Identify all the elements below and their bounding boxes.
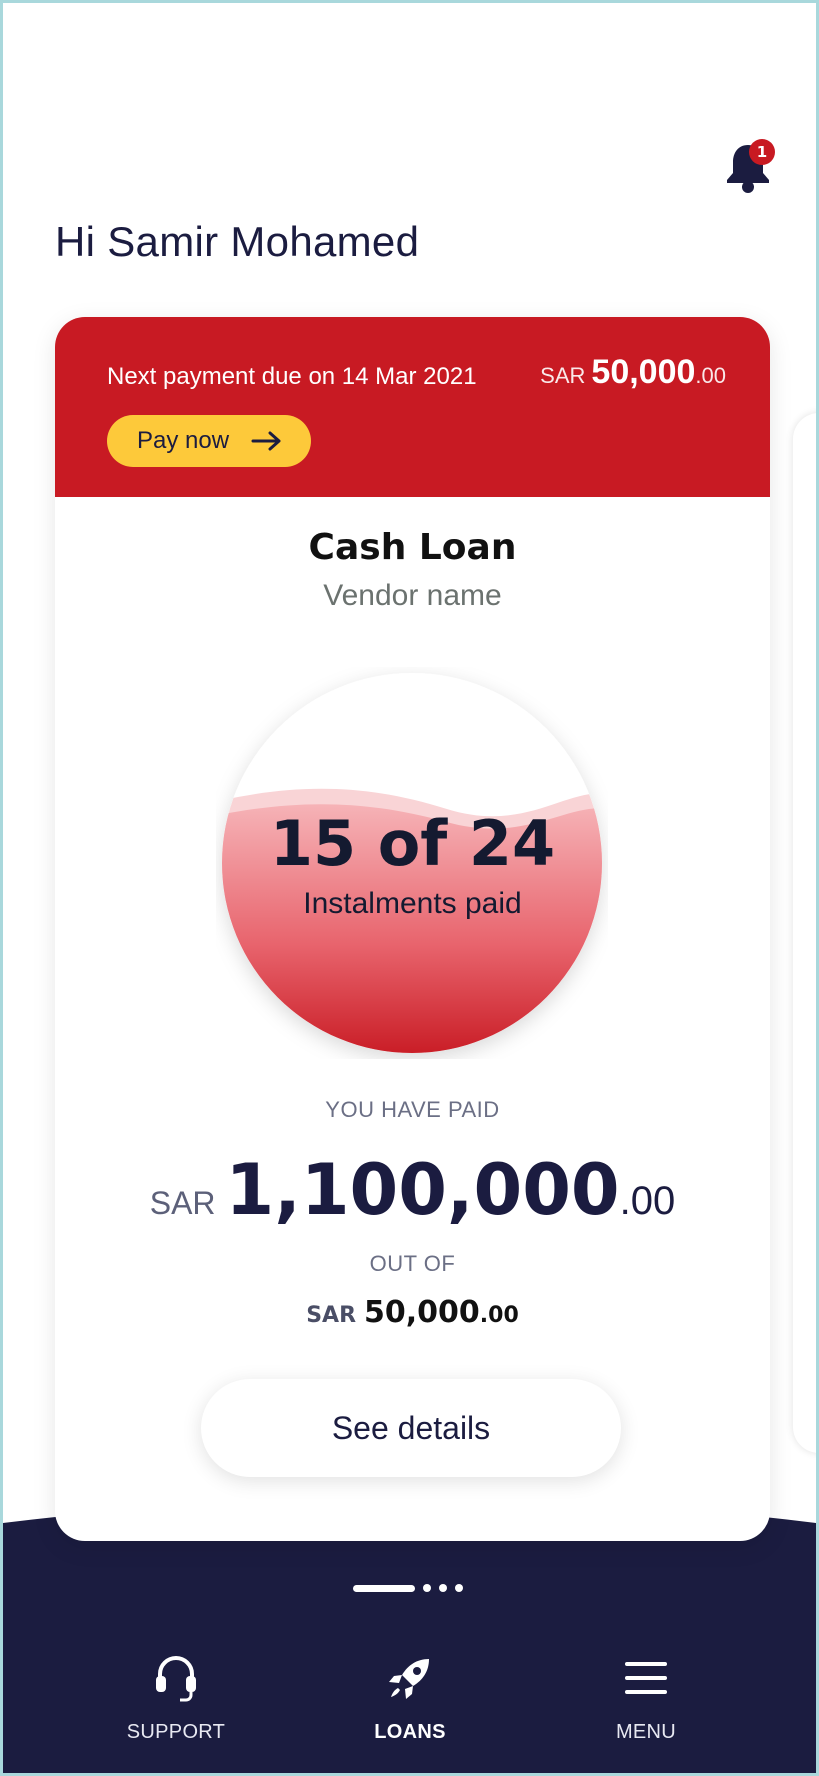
total-amount-decimal: .00 [479, 1303, 519, 1328]
see-details-button[interactable]: See details [201, 1379, 621, 1477]
paid-amount-main: 1,100,000 [225, 1149, 620, 1231]
pager-active-indicator[interactable] [353, 1584, 415, 1592]
greeting-title: Hi Samir Mohamed [55, 218, 420, 265]
loan-card: Next payment due on 14 Mar 2021 SAR 50,00… [55, 317, 770, 1541]
instalments-count: 15 of 24 [269, 807, 556, 880]
nav-loans-label: LOANS [374, 1721, 446, 1743]
loan-title: Cash Loan [308, 527, 517, 568]
total-amount: SAR 50,000.00 [55, 1295, 770, 1330]
hamburger-menu-icon [625, 1662, 667, 1694]
next-payment-amount: SAR 50,000.00 [540, 353, 726, 392]
app-screen: 1 Hi Samir Mohamed Next payment due on 1… [3, 3, 816, 1773]
pager-dot[interactable] [455, 1584, 463, 1592]
amount-decimal: .00 [695, 363, 726, 388]
amount-main: 50,000 [591, 353, 696, 391]
total-currency: SAR [306, 1303, 357, 1328]
next-loan-card-peek[interactable] [793, 413, 816, 1453]
paid-amount-decimal: .00 [619, 1179, 676, 1223]
nav-loans[interactable]: LOANS [320, 1651, 500, 1744]
pay-now-label: Pay now [137, 427, 230, 454]
notification-badge: 1 [749, 139, 775, 165]
total-amount-main: 50,000 [364, 1295, 480, 1330]
headset-icon [156, 1656, 196, 1702]
paid-amount: SAR 1,100,000.00 [55, 1149, 770, 1231]
see-details-label: See details [331, 1409, 491, 1446]
you-have-paid-caption: YOU HAVE PAID [325, 1097, 500, 1122]
pay-now-button[interactable]: Pay now [107, 415, 311, 467]
paid-currency: SAR [149, 1185, 216, 1221]
bottom-navigation: SUPPORT LOANS MENU [3, 1503, 816, 1773]
pager-dot[interactable] [439, 1584, 447, 1592]
nav-menu-label: MENU [615, 1721, 677, 1743]
nav-support-label: SUPPORT [126, 1721, 226, 1743]
vendor-name: Vendor name [323, 579, 502, 612]
rocket-icon [389, 1659, 429, 1699]
payment-banner: Next payment due on 14 Mar 2021 SAR 50,00… [55, 317, 770, 497]
instalments-label: Instalments paid [303, 887, 522, 920]
notifications-button[interactable]: 1 [725, 139, 777, 199]
nav-support[interactable]: SUPPORT [86, 1651, 266, 1744]
nav-menu[interactable]: MENU [556, 1651, 736, 1744]
pager-dot[interactable] [423, 1584, 431, 1592]
next-payment-due-text: Next payment due on 14 Mar 2021 [107, 363, 477, 390]
currency-label: SAR [540, 363, 586, 388]
arrow-right-icon [251, 431, 281, 451]
out-of-caption: OUT OF [369, 1251, 456, 1276]
card-pager[interactable] [353, 1584, 463, 1592]
